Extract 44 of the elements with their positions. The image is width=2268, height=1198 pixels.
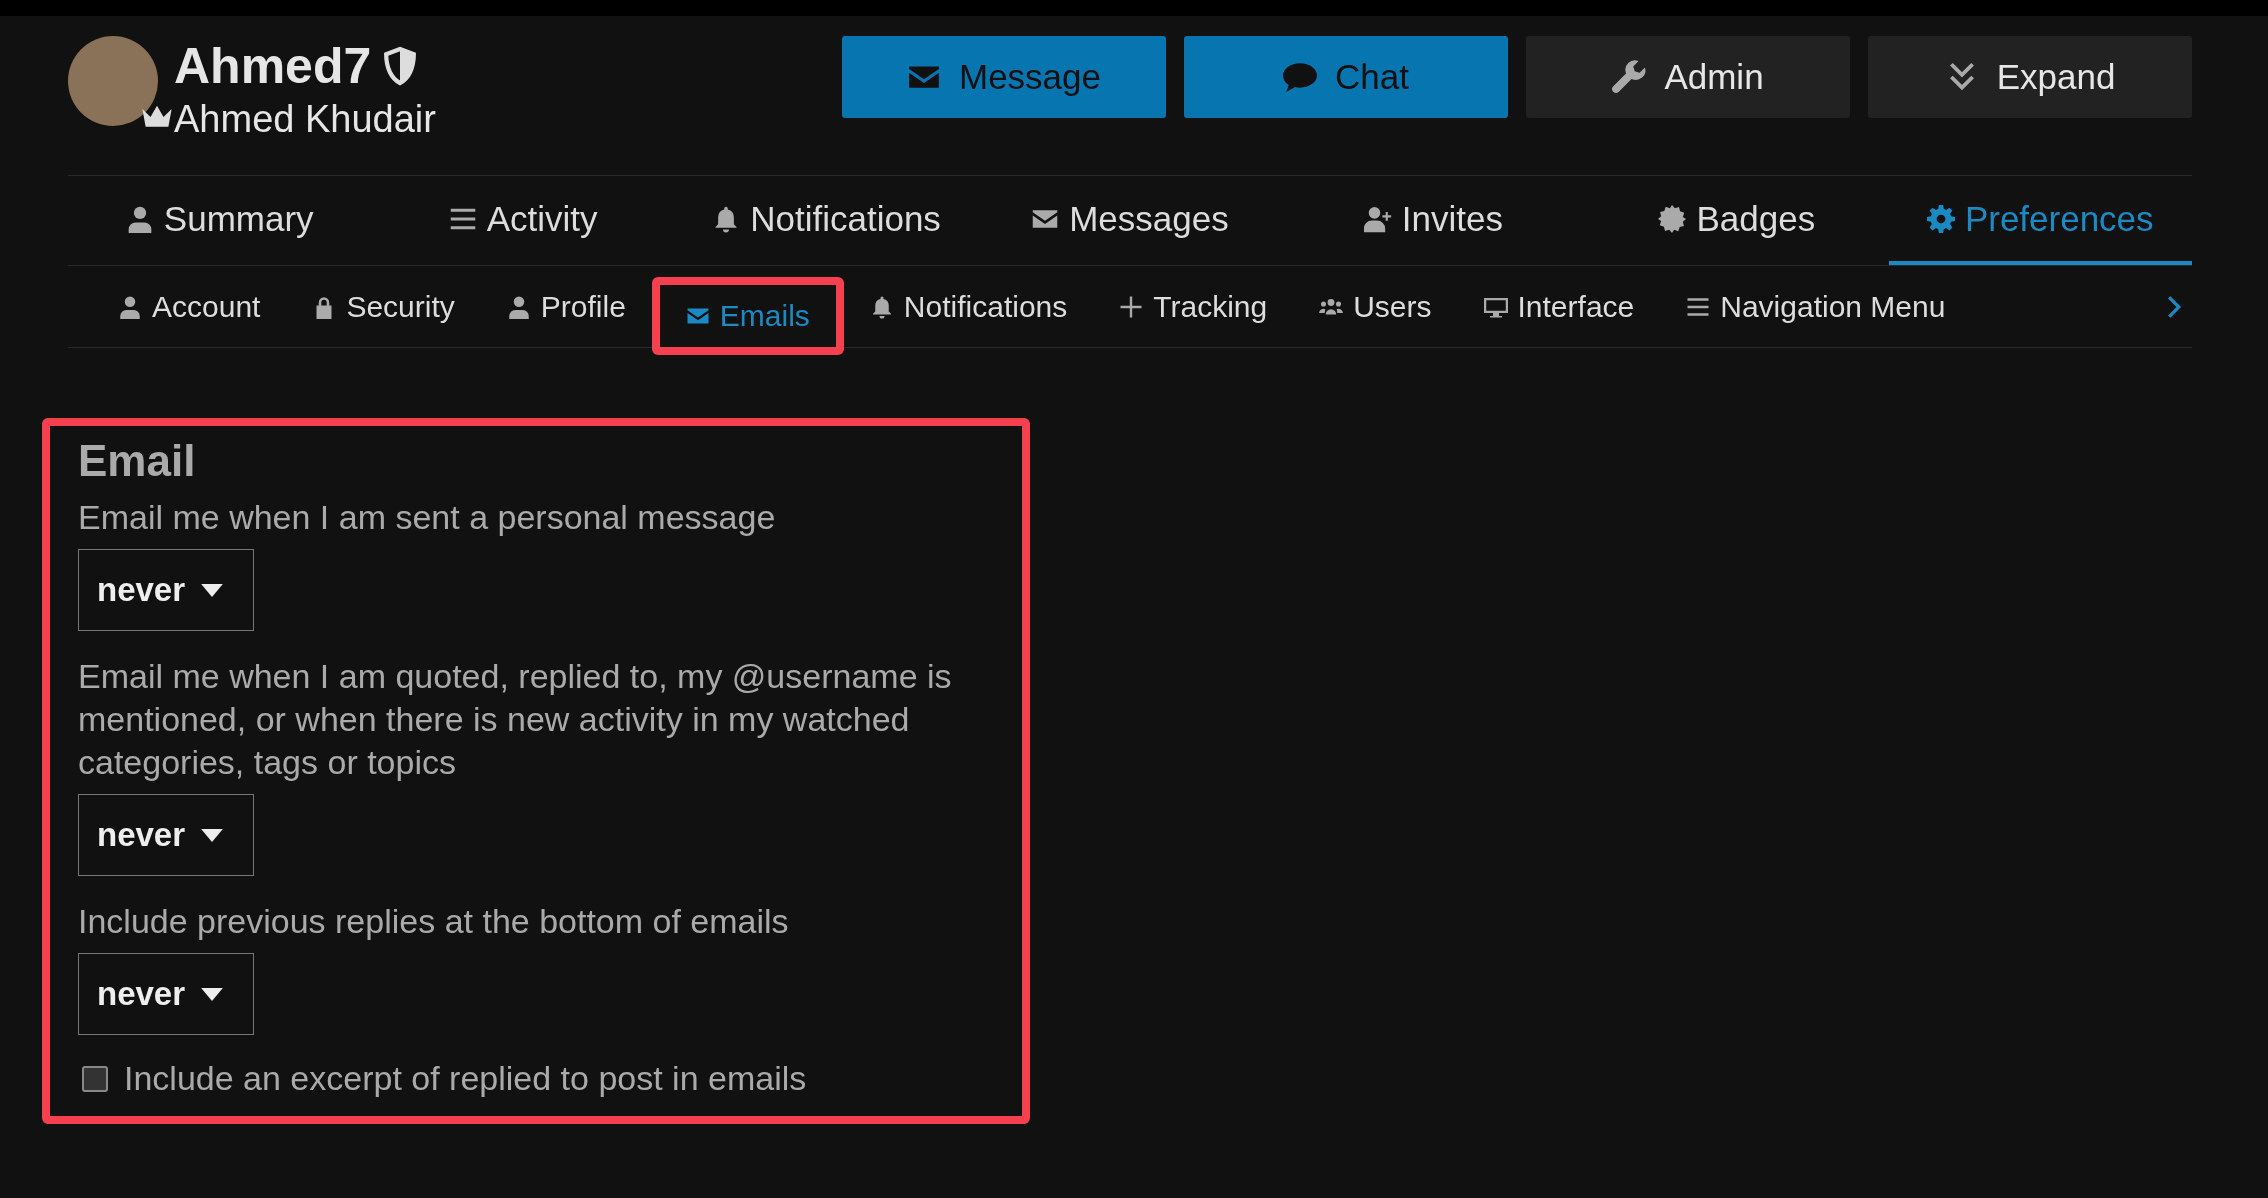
nav-tab[interactable]: Messages bbox=[978, 176, 1282, 265]
nav-tab[interactable]: Activity bbox=[371, 176, 675, 265]
speech-bubble-icon bbox=[1283, 60, 1318, 94]
shield-icon bbox=[383, 46, 418, 86]
badge-icon bbox=[1658, 204, 1687, 233]
settings-tab[interactable]: Security bbox=[286, 275, 481, 338]
nav-tab[interactable]: Invites bbox=[1281, 176, 1586, 265]
action-button[interactable]: Chat bbox=[1184, 36, 1508, 118]
nav-tab[interactable]: Preferences bbox=[1888, 176, 2192, 265]
settings-tab[interactable]: Users bbox=[1293, 275, 1458, 338]
nav-tab[interactable]: Badges bbox=[1585, 176, 1889, 265]
action-button[interactable]: Message bbox=[842, 36, 1166, 118]
dropdown[interactable]: never bbox=[78, 794, 254, 876]
username: Ahmed7 bbox=[174, 37, 372, 96]
crown-icon bbox=[140, 104, 174, 130]
setting-label: Email me when I am quoted, replied to, my @username is mentioned, or when there is new activity in my watched categories, tags or topics bbox=[78, 656, 953, 783]
action-button[interactable]: Admin bbox=[1526, 36, 1850, 118]
add-user-icon bbox=[1363, 204, 1392, 233]
wrench-icon bbox=[1612, 60, 1647, 94]
setting-label: Email me when I am sent a personal message bbox=[78, 497, 777, 538]
dropdown[interactable]: never bbox=[78, 953, 254, 1035]
settings-tab[interactable]: Navigation Menu bbox=[1660, 275, 1972, 338]
caret-icon bbox=[201, 987, 224, 1001]
checkbox[interactable] bbox=[82, 1065, 108, 1092]
settings-tab[interactable]: Notifications bbox=[843, 275, 1094, 338]
settings-tab[interactable]: Interface bbox=[1457, 275, 1661, 338]
nav-tab[interactable]: Notifications bbox=[674, 176, 979, 265]
settings-icon bbox=[1926, 204, 1955, 233]
checkbox-label: Include an excerpt of replied to post in emails bbox=[124, 1059, 807, 1098]
full-name: Ahmed Khudair bbox=[174, 97, 436, 142]
nav-tab[interactable]: Summary bbox=[68, 176, 372, 265]
caret-icon bbox=[201, 828, 224, 842]
section-title: Email bbox=[78, 436, 197, 486]
settings-tab[interactable]: Profile bbox=[480, 275, 652, 338]
user-icon bbox=[506, 294, 531, 319]
settings-tab[interactable]: Tracking bbox=[1093, 275, 1294, 338]
caret-icon bbox=[201, 583, 224, 597]
user-icon bbox=[118, 294, 142, 319]
plus-icon bbox=[1119, 294, 1144, 319]
settings-tab[interactable]: Emails bbox=[659, 284, 836, 347]
dropdown[interactable]: never bbox=[78, 549, 254, 631]
setting-label: Include previous replies at the bottom of emails bbox=[78, 901, 790, 942]
settings-tab[interactable]: Account bbox=[92, 275, 287, 338]
action-button[interactable]: Expand bbox=[1868, 36, 2192, 118]
